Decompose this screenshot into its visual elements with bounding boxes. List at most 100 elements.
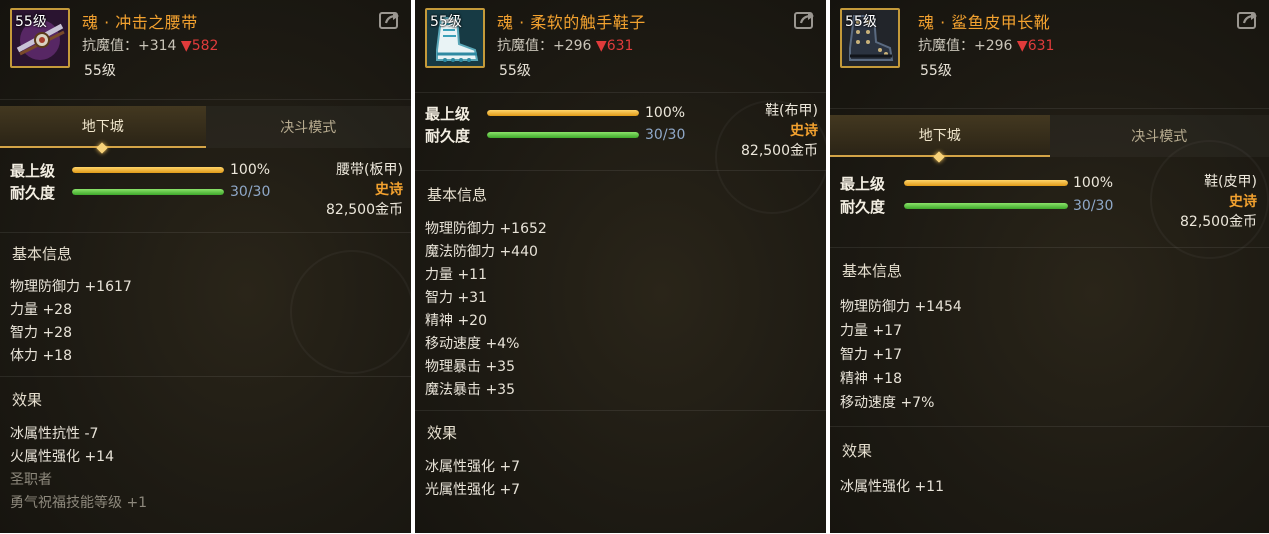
list-item: 冰属性强化 +7 [425, 459, 521, 475]
durability-bar [72, 189, 224, 195]
tab-dungeon-label: 地下城 [81, 119, 124, 135]
list-item: 力量 +17 [840, 323, 902, 339]
item-name: 魂 · 冲击之腰带 [82, 13, 198, 32]
required-level: 55级 [920, 63, 952, 79]
item-price: 82,500金币 [741, 143, 818, 159]
mode-tabs: 地下城 决斗模式 [830, 115, 1269, 163]
resist-down-arrow-icon: ▼ [1016, 38, 1028, 54]
item-tooltip-panel-2: 55级 魂 · 柔软的触手鞋子 抗魔值：+296 ▼631 55级 最上级 10… [415, 0, 826, 533]
durability-value: 30/30 [230, 184, 271, 200]
item-name: 魂 · 鲨鱼皮甲长靴 [918, 13, 1051, 32]
max-level-bar [904, 180, 1068, 186]
divider [830, 108, 1269, 109]
divider [0, 99, 411, 100]
basic-info-list: 物理防御力 +1454 力量 +17 智力 +17 精神 +18 移动速度 +7… [840, 295, 962, 415]
resist-down-arrow-icon: ▼ [180, 38, 192, 54]
item-meta: 鞋(布甲) 史诗 82,500金币 [741, 101, 818, 161]
list-item: 智力 +31 [425, 290, 487, 306]
item-meta: 腰带(板甲) 史诗 82,500金币 [326, 160, 403, 220]
tab-dungeon[interactable]: 地下城 [830, 115, 1050, 163]
item-type: 腰带(板甲) [336, 162, 403, 178]
list-item: 圣职者 [10, 472, 52, 488]
item-price: 82,500金币 [326, 202, 403, 218]
item-tooltip-panel-3: 55级 魂 · 鲨鱼皮甲长靴 抗魔值：+296 ▼631 55级 地下城 决斗模… [830, 0, 1269, 533]
item-level-badge: 55级 [845, 14, 877, 30]
item-name: 魂 · 柔软的触手鞋子 [497, 13, 646, 32]
durability-bar-fill [904, 203, 1068, 209]
list-item: 勇气祝福技能等级 +1 [10, 495, 148, 511]
max-level-value: 100% [230, 162, 271, 178]
active-tab-indicator-icon [96, 142, 108, 154]
share-icon[interactable] [379, 10, 401, 30]
basic-info-list: 物理防御力 +1652 魔法防御力 +440 力量 +11 智力 +31 精神 … [425, 218, 547, 402]
basic-info-title: 基本信息 [427, 186, 488, 204]
resist-label: 抗魔值：+314 [82, 38, 177, 54]
divider [830, 426, 1269, 427]
list-item: 冰属性强化 +11 [840, 479, 944, 495]
resist-down-arrow-icon: ▼ [595, 38, 607, 54]
list-item: 物理暴击 +35 [425, 359, 515, 375]
list-item: 体力 +18 [10, 348, 72, 364]
divider [0, 232, 411, 233]
item-icon-frame[interactable]: 55级 [425, 8, 485, 68]
max-level-bar-fill [72, 167, 224, 173]
resist-down-value: 631 [1027, 38, 1055, 54]
list-item: 魔法防御力 +440 [425, 244, 538, 260]
resist-value: 抗魔值：+296 ▼631 [497, 35, 633, 55]
max-level-value: 100% [645, 105, 686, 121]
durability-label: 耐久度 [840, 198, 886, 216]
list-item: 物理防御力 +1652 [425, 221, 547, 237]
effects-list: 冰属性强化 +11 [840, 476, 944, 499]
resist-label: 抗魔值：+296 [918, 38, 1013, 54]
divider [415, 410, 826, 411]
effects-title: 效果 [12, 391, 43, 409]
item-rarity: 史诗 [1229, 194, 1257, 210]
item-type: 鞋(布甲) [765, 103, 818, 119]
durability-label: 耐久度 [10, 184, 56, 202]
max-level-bar-fill [487, 110, 639, 116]
item-icon-frame[interactable]: 55级 [10, 8, 70, 68]
active-tab-indicator-icon [933, 151, 945, 163]
list-item: 精神 +18 [840, 371, 902, 387]
tab-duel[interactable]: 决斗模式 [206, 106, 412, 148]
basic-info-list: 物理防御力 +1617 力量 +28 智力 +28 体力 +18 [10, 276, 132, 368]
durability-bar [487, 132, 639, 138]
item-icon-frame[interactable]: 55级 [840, 8, 900, 68]
durability-label: 耐久度 [425, 127, 471, 145]
list-item: 精神 +20 [425, 313, 487, 329]
tab-duel[interactable]: 决斗模式 [1050, 115, 1269, 157]
tab-duel-label: 决斗模式 [1131, 129, 1188, 145]
max-level-bar-fill [904, 180, 1068, 186]
required-level: 55级 [84, 63, 116, 79]
effects-list: 冰属性抗性 -7 火属性强化 +14 圣职者 勇气祝福技能等级 +1 [10, 423, 147, 515]
basic-info-title: 基本信息 [12, 245, 73, 263]
durability-bar [904, 203, 1068, 209]
effects-list: 冰属性强化 +7 光属性强化 +7 [425, 456, 520, 502]
share-icon[interactable] [1237, 10, 1259, 30]
share-icon[interactable] [794, 10, 816, 30]
list-item: 智力 +17 [840, 347, 902, 363]
tab-duel-label: 决斗模式 [280, 120, 337, 136]
max-level-bar [487, 110, 639, 116]
item-level-badge: 55级 [430, 14, 462, 30]
tab-dungeon[interactable]: 地下城 [0, 106, 206, 154]
list-item: 冰属性抗性 -7 [10, 426, 99, 442]
item-price: 82,500金币 [1180, 214, 1257, 230]
divider [830, 247, 1269, 248]
background-decoration [290, 250, 411, 374]
required-level: 55级 [499, 63, 531, 79]
durability-bar-fill [487, 132, 639, 138]
max-level-label: 最上级 [10, 162, 56, 180]
resist-value: 抗魔值：+314 ▼582 [82, 35, 218, 55]
list-item: 智力 +28 [10, 325, 72, 341]
item-rarity: 史诗 [375, 182, 403, 198]
list-item: 力量 +28 [10, 302, 72, 318]
durability-bar-fill [72, 189, 224, 195]
divider [0, 376, 411, 377]
item-meta: 鞋(皮甲) 史诗 82,500金币 [1180, 172, 1257, 232]
list-item: 火属性强化 +14 [10, 449, 114, 465]
max-level-label: 最上级 [840, 175, 886, 193]
max-level-value: 100% [1073, 175, 1114, 191]
list-item: 光属性强化 +7 [425, 482, 521, 498]
divider [415, 170, 826, 171]
